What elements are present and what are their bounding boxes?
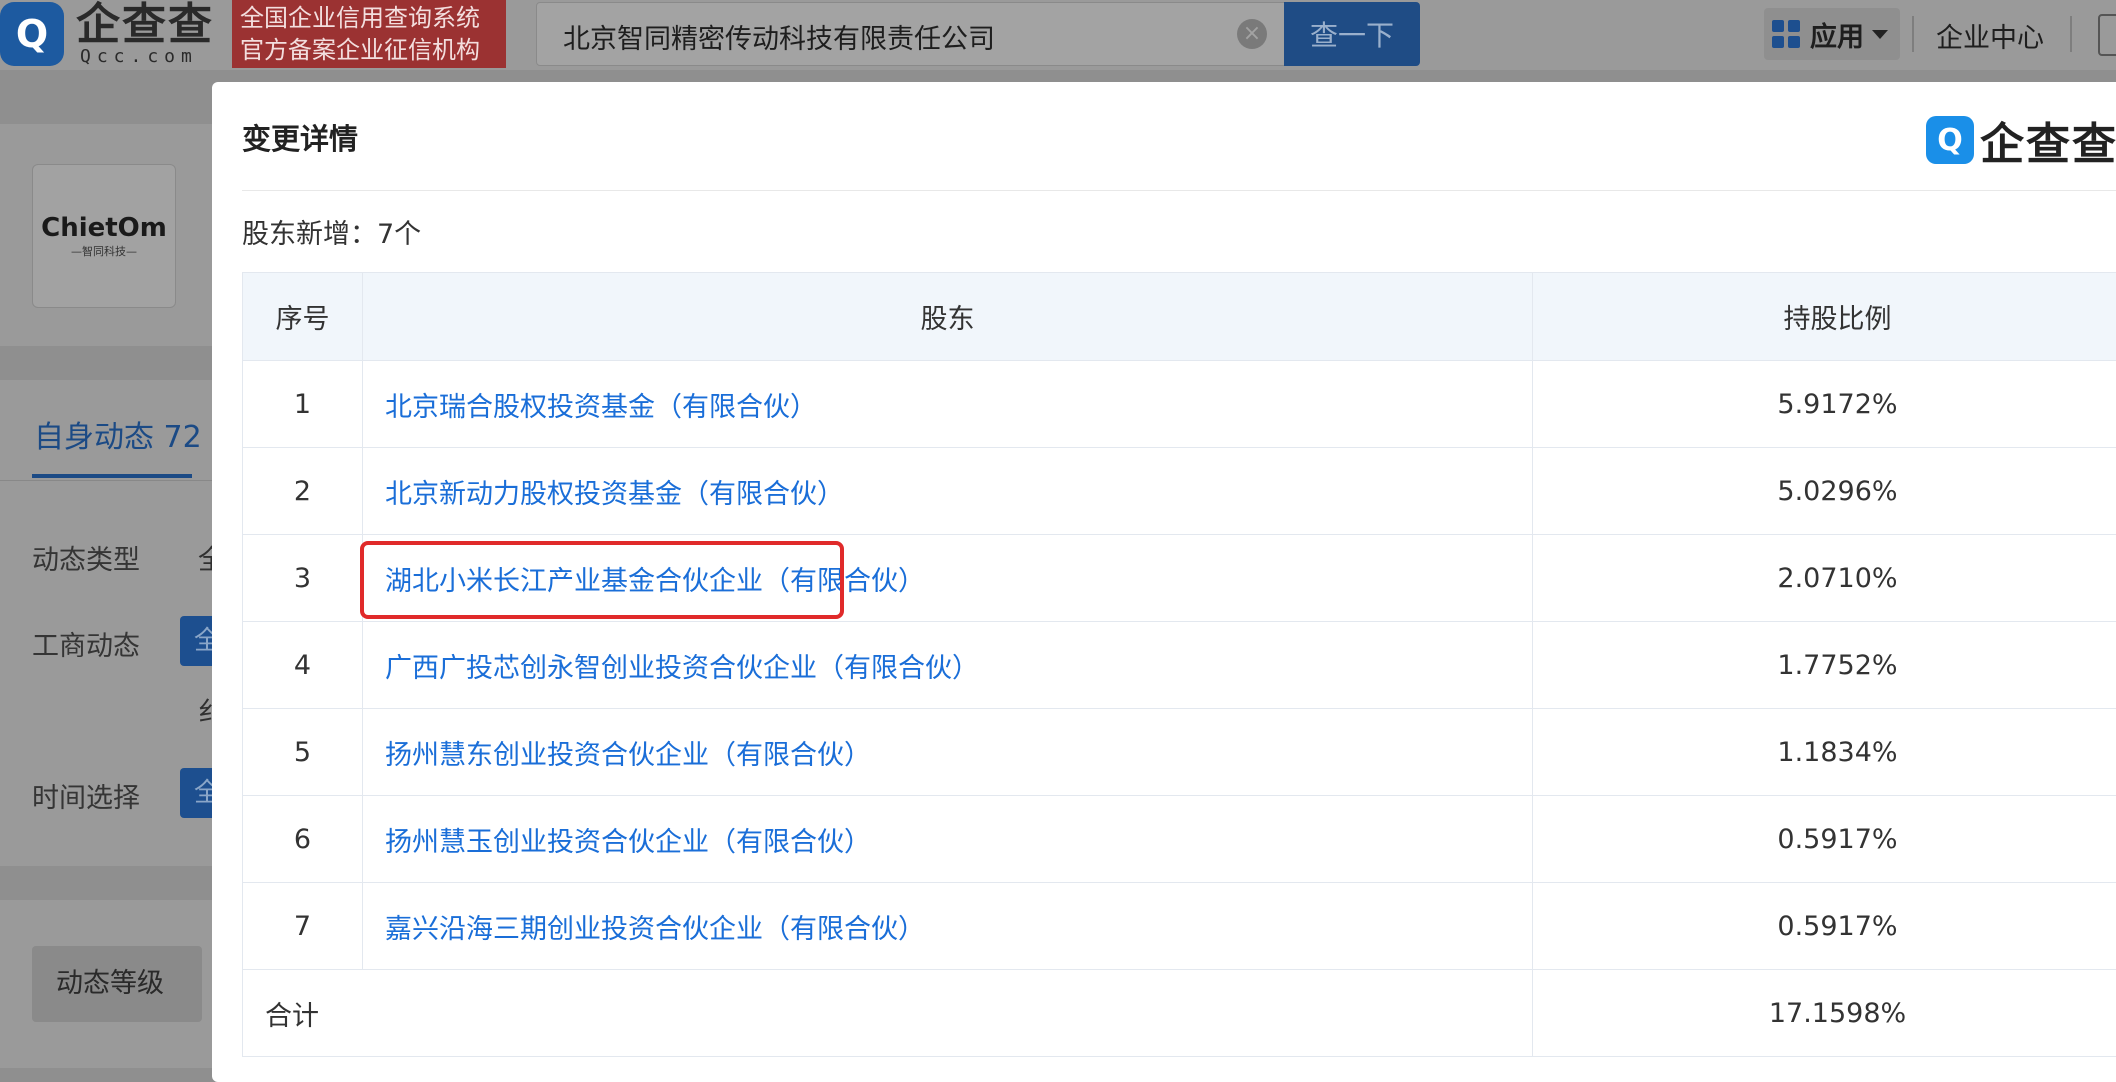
ratio-cell: 5.0296%: [1533, 448, 2116, 535]
caret-down-icon: [1872, 30, 1888, 39]
filter-time-label: 时间选择: [32, 776, 140, 815]
company-logo-name: ChietOm: [33, 213, 175, 243]
modal-brand: Q 企查查: [1926, 108, 2116, 172]
clear-icon[interactable]: ×: [1237, 19, 1267, 49]
shareholder-cell: 扬州慧玉创业投资合伙企业（有限合伙）: [363, 796, 1533, 883]
ratio-cell: 1.7752%: [1533, 622, 2116, 709]
ratio-cell: 0.5917%: [1533, 796, 2116, 883]
tagline-line2: 官方备案企业征信机构: [240, 34, 498, 66]
modal-title: 变更详情: [242, 116, 358, 158]
column-header-ratio: 持股比例: [1533, 273, 2116, 361]
table-header-row: 序号 股东 持股比例: [243, 273, 2116, 361]
highlight-annotation-box: [360, 541, 844, 619]
shareholder-link[interactable]: 嘉兴沿海三期创业投资合伙企业（有限合伙）: [385, 914, 925, 945]
shareholder-link[interactable]: 扬州慧东创业投资合伙企业（有限合伙）: [385, 740, 871, 771]
company-logo: ChietOm —智同科技—: [32, 164, 176, 308]
column-header-shareholder: 股东: [363, 273, 1533, 361]
ratio-cell: 0.5917%: [1533, 883, 2116, 970]
shareholder-link[interactable]: 北京新动力股权投资基金（有限合伙）: [385, 479, 844, 510]
apps-menu-label: 应用: [1810, 15, 1864, 54]
table-row: 7 嘉兴沿海三期创业投资合伙企业（有限合伙） 0.5917%: [243, 883, 2116, 970]
ratio-cell: 5.9172%: [1533, 361, 2116, 448]
shareholder-cell: 扬州慧东创业投资合伙企业（有限合伙）: [363, 709, 1533, 796]
search-input[interactable]: [561, 15, 1215, 57]
total-ratio: 17.1598%: [1533, 970, 2116, 1057]
company-logo-sub: —智同科技—: [33, 243, 175, 259]
shareholder-added-summary: 股东新增：7个: [242, 212, 421, 251]
table-row: 2 北京新动力股权投资基金（有限合伙） 5.0296%: [243, 448, 2116, 535]
top-navigation-bar: Q 企查查 Qcc.com 全国企业信用查询系统 官方备案企业征信机构 × 查一…: [0, 0, 2116, 70]
shareholder-cell: 嘉兴沿海三期创业投资合伙企业（有限合伙）: [363, 883, 1533, 970]
apps-grid-icon: [1772, 20, 1800, 48]
header-divider: [2070, 16, 2072, 52]
qcc-logo-text[interactable]: 企查查: [76, 0, 214, 50]
table-row: 1 北京瑞合股权投资基金（有限合伙） 5.9172%: [243, 361, 2116, 448]
ratio-cell: 2.0710%: [1533, 535, 2116, 622]
site-tagline: 全国企业信用查询系统 官方备案企业征信机构: [232, 0, 506, 68]
table-row: 5 扬州慧东创业投资合伙企业（有限合伙） 1.1834%: [243, 709, 2116, 796]
tagline-line1: 全国企业信用查询系统: [240, 2, 498, 34]
ratio-cell: 1.1834%: [1533, 709, 2116, 796]
qcc-brand-text: 企查查: [1980, 108, 2116, 172]
shareholder-link[interactable]: 北京瑞合股权投资基金（有限合伙）: [385, 392, 817, 423]
shareholder-table: 序号 股东 持股比例 1 北京瑞合股权投资基金（有限合伙） 5.9172% 2 …: [242, 272, 2116, 1057]
shareholder-cell: 广西广投芯创永智创业投资合伙企业（有限合伙）: [363, 622, 1533, 709]
filter-type-label: 动态类型: [32, 538, 140, 577]
row-index: 6: [243, 796, 363, 883]
shareholder-cell: 北京瑞合股权投资基金（有限合伙）: [363, 361, 1533, 448]
active-tab-indicator: [32, 474, 192, 478]
tab-divider: [0, 480, 240, 481]
shareholder-cell: 北京新动力股权投资基金（有限合伙）: [363, 448, 1533, 535]
apps-menu-button[interactable]: 应用: [1764, 8, 1900, 60]
filter-business-label: 工商动态: [32, 624, 140, 663]
row-index: 5: [243, 709, 363, 796]
qcc-logo-url: Qcc.com: [80, 46, 198, 67]
modal-divider: [242, 190, 2116, 191]
shareholder-link[interactable]: 广西广投芯创永智创业投资合伙企业（有限合伙）: [385, 653, 979, 684]
table-total-row: 合计 17.1598%: [243, 970, 2116, 1057]
table-row: 4 广西广投芯创永智创业投资合伙企业（有限合伙） 1.7752%: [243, 622, 2116, 709]
row-index: 2: [243, 448, 363, 535]
total-label: 合计: [243, 970, 1533, 1057]
qcc-logo-icon[interactable]: Q: [0, 2, 64, 66]
tab-self-dynamics[interactable]: 自身动态 72: [34, 412, 202, 456]
change-detail-modal: 变更详情 Q 企查查 股东新增：7个 序号 股东 持股比例 1 北京瑞合股权投资…: [212, 82, 2116, 1082]
row-index: 3: [243, 535, 363, 622]
row-index: 7: [243, 883, 363, 970]
row-index: 1: [243, 361, 363, 448]
dynamic-level-filter[interactable]: 动态等级: [32, 946, 202, 1022]
search-box: ×: [536, 2, 1286, 66]
header-divider: [1912, 16, 1914, 52]
table-row: 6 扬州慧玉创业投资合伙企业（有限合伙） 0.5917%: [243, 796, 2116, 883]
column-header-index: 序号: [243, 273, 363, 361]
shareholder-link[interactable]: 扬州慧玉创业投资合伙企业（有限合伙）: [385, 827, 871, 858]
qcc-brand-icon: Q: [1926, 116, 1974, 164]
device-icon[interactable]: [2098, 14, 2116, 56]
row-index: 4: [243, 622, 363, 709]
search-button[interactable]: 查一下: [1284, 2, 1420, 66]
enterprise-center-link[interactable]: 企业中心: [1936, 16, 2044, 55]
